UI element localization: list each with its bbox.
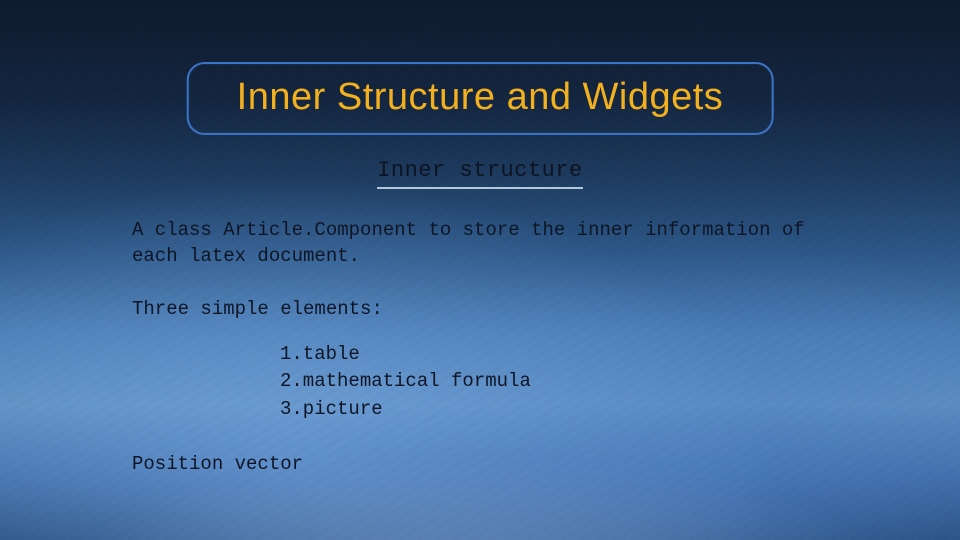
list-item: 3.picture [280,396,850,424]
list-item: 2.mathematical formula [280,368,850,396]
body: A class Article.Component to store the i… [132,218,850,477]
title-box: Inner Structure and Widgets [187,62,774,135]
subtitle-wrap: Inner structure [0,158,960,189]
paragraph-1: A class Article.Component to store the i… [132,218,850,269]
slide-title: Inner Structure and Widgets [237,76,724,119]
list-item: 1.table [280,341,850,369]
paragraph-2: Three simple elements: [132,297,850,323]
slide: Inner Structure and Widgets Inner struct… [0,0,960,540]
paragraph-3: Position vector [132,452,850,478]
elements-list: 1.table 2.mathematical formula 3.picture [280,341,850,424]
slide-subtitle: Inner structure [377,158,583,189]
